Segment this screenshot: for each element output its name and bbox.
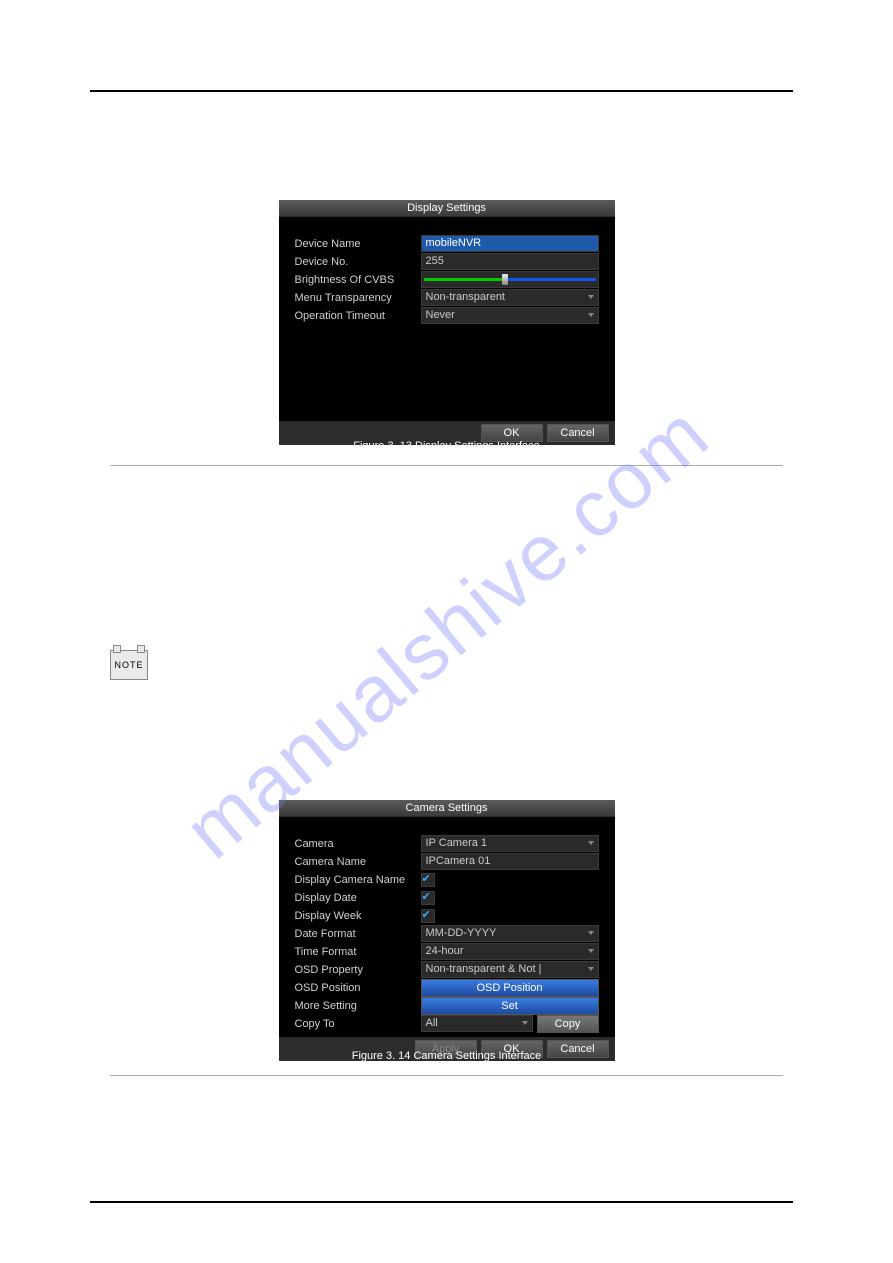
- intro-step: 2. Enter the Display interface to edit t…: [110, 170, 783, 185]
- date-format-label: Date Format: [295, 928, 421, 940]
- dialog-title: Camera Settings: [279, 800, 615, 817]
- device-name-label: Device Name: [295, 238, 421, 250]
- purpose-body: You can configure the OSD (On Screen Dis…: [110, 565, 783, 583]
- step-2: 2. Select the camera for configuration.: [110, 770, 783, 788]
- time-format-label: Time Format: [295, 946, 421, 958]
- header-rule: [90, 90, 793, 92]
- camera-name-label: Camera Name: [295, 856, 421, 868]
- transparency-label: Menu Transparency: [295, 292, 421, 304]
- display-camera-name-checkbox[interactable]: [421, 873, 435, 887]
- doc-header-title: Mobile NVR User Manual: [90, 50, 237, 65]
- osd-property-label: OSD Property: [295, 964, 421, 976]
- timeout-label: Operation Timeout: [295, 310, 421, 322]
- device-no-field[interactable]: 255: [421, 253, 599, 270]
- figure-caption-1: Figure 3. 13 Display Settings Interface: [0, 440, 893, 452]
- camera-dropdown[interactable]: IP Camera 1: [421, 835, 599, 852]
- display-camera-name-label: Display Camera Name: [295, 874, 421, 886]
- display-date-checkbox[interactable]: [421, 891, 435, 905]
- display-week-checkbox[interactable]: [421, 909, 435, 923]
- date-format-dropdown[interactable]: MM-DD-YYYY: [421, 925, 599, 942]
- more-setting-label: More Setting: [295, 1000, 421, 1012]
- section-rule-1: [110, 465, 783, 466]
- dialog-body: Camera IP Camera 1 Camera Name IPCamera …: [279, 817, 615, 1061]
- slider-thumb[interactable]: [502, 274, 508, 285]
- transparency-dropdown[interactable]: Non-transparent: [421, 289, 599, 306]
- copy-to-dropdown[interactable]: All: [421, 1015, 533, 1032]
- page-number: 68: [779, 50, 793, 65]
- purpose-heading: Purpose:: [110, 540, 783, 558]
- osd-position-label: OSD Position: [295, 982, 421, 994]
- time-format-dropdown[interactable]: 24-hour: [421, 943, 599, 960]
- copy-to-label: Copy To: [295, 1018, 421, 1030]
- camera-settings-dialog: Camera Settings Camera IP Camera 1 Camer…: [279, 800, 615, 1061]
- brightness-label: Brightness Of CVBS: [295, 274, 421, 286]
- device-no-label: Device No.: [295, 256, 421, 268]
- brightness-slider[interactable]: [421, 271, 599, 288]
- slider-track-left: [424, 278, 503, 281]
- osd-property-dropdown[interactable]: Non-transparent & Not |: [421, 961, 599, 978]
- copy-button[interactable]: Copy: [537, 1015, 599, 1033]
- page: manualshive.com Mobile NVR User Manual 6…: [0, 0, 893, 1263]
- section-rule-2: [110, 1075, 783, 1076]
- note-icon: NOTE: [110, 650, 148, 680]
- timeout-dropdown[interactable]: Never: [421, 307, 599, 324]
- footer-rule: [90, 1201, 793, 1203]
- device-name-field[interactable]: mobileNVR: [421, 235, 599, 252]
- dialog-body: Device Name mobileNVR Device No. 255 Bri…: [279, 217, 615, 445]
- display-settings-dialog: Display Settings Device Name mobileNVR D…: [279, 200, 615, 445]
- dialog-title: Display Settings: [279, 200, 615, 217]
- display-week-label: Display Week: [295, 910, 421, 922]
- figure-caption-2: Figure 3. 14 Camera Settings Interface: [0, 1050, 893, 1062]
- section-title: Camera Settings: [152, 495, 270, 512]
- set-button[interactable]: Set: [421, 997, 599, 1015]
- note-text: The IP camera must support the text over…: [160, 650, 783, 686]
- section-number: 3.4.2: [110, 495, 143, 512]
- slider-track-right: [508, 278, 596, 281]
- camera-name-field[interactable]: IPCamera 01: [421, 853, 599, 870]
- steps-heading: Steps:: [110, 720, 783, 738]
- section-heading: 3.4.2 Camera Settings: [110, 495, 270, 512]
- step-3: 3. Edit the parameters including camera …: [110, 1100, 783, 1118]
- camera-label: Camera: [295, 838, 421, 850]
- step-1: 1. Go to Menu > Other Settings > Camera.: [110, 745, 783, 763]
- display-date-label: Display Date: [295, 892, 421, 904]
- osd-position-button[interactable]: OSD Position: [421, 979, 599, 997]
